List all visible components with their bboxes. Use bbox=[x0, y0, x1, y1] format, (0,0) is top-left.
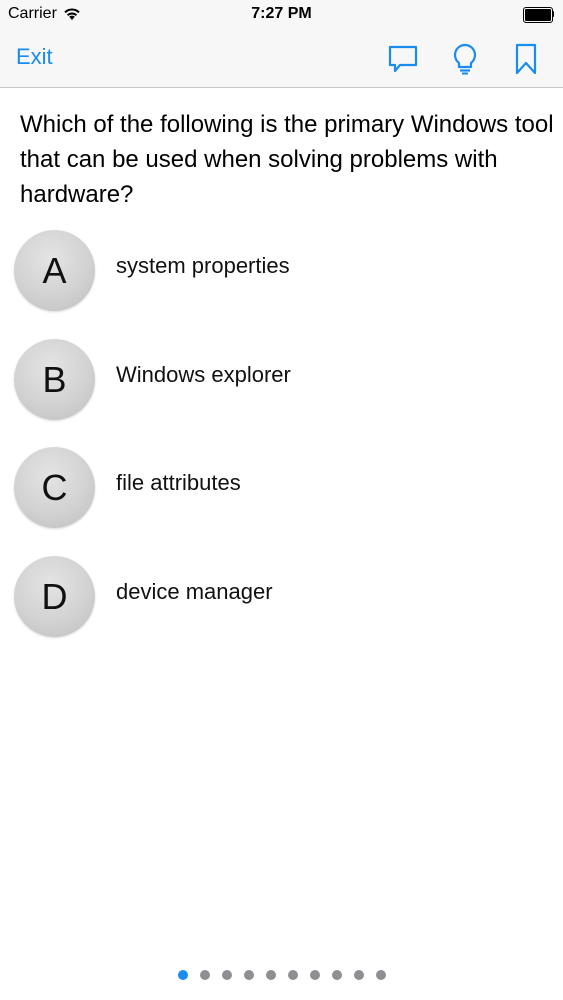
option-label[interactable]: device manager bbox=[116, 579, 273, 605]
answer-option-d[interactable]: D device manager bbox=[14, 556, 554, 638]
exit-button[interactable]: Exit bbox=[16, 44, 53, 70]
page-dot[interactable] bbox=[331, 970, 342, 980]
comment-icon[interactable] bbox=[386, 42, 420, 76]
option-label[interactable]: Windows explorer bbox=[116, 362, 291, 388]
page-indicator bbox=[0, 968, 563, 982]
option-label[interactable]: file attributes bbox=[116, 470, 241, 496]
answer-option-c[interactable]: C file attributes bbox=[14, 447, 554, 529]
question-text: Which of the following is the primary Wi… bbox=[20, 111, 554, 208]
status-bar: Carrier 7:27 PM bbox=[0, 0, 563, 30]
page-dot[interactable] bbox=[265, 970, 276, 980]
lightbulb-icon[interactable] bbox=[448, 42, 482, 76]
bookmark-icon[interactable] bbox=[509, 42, 543, 76]
battery-icon bbox=[523, 7, 554, 23]
page-dot[interactable] bbox=[243, 970, 254, 980]
option-letter-badge[interactable]: D bbox=[14, 556, 95, 637]
option-label[interactable]: system properties bbox=[116, 253, 290, 279]
answer-option-a[interactable]: A system properties bbox=[14, 230, 554, 312]
option-letter-badge[interactable]: B bbox=[14, 339, 95, 420]
page-dot[interactable] bbox=[309, 970, 320, 980]
page-dot[interactable] bbox=[199, 970, 210, 980]
navigation-bar: Exit bbox=[0, 30, 563, 88]
status-time: 7:27 PM bbox=[251, 5, 312, 22]
page-dot[interactable] bbox=[221, 970, 232, 980]
page-dot[interactable] bbox=[353, 970, 364, 980]
page-dot[interactable] bbox=[375, 970, 386, 980]
answer-option-b[interactable]: B Windows explorer bbox=[14, 339, 554, 421]
option-letter-badge[interactable]: C bbox=[14, 447, 95, 528]
page-dot[interactable] bbox=[287, 970, 298, 980]
option-letter-badge[interactable]: A bbox=[14, 230, 95, 311]
page-dot[interactable] bbox=[177, 970, 188, 980]
